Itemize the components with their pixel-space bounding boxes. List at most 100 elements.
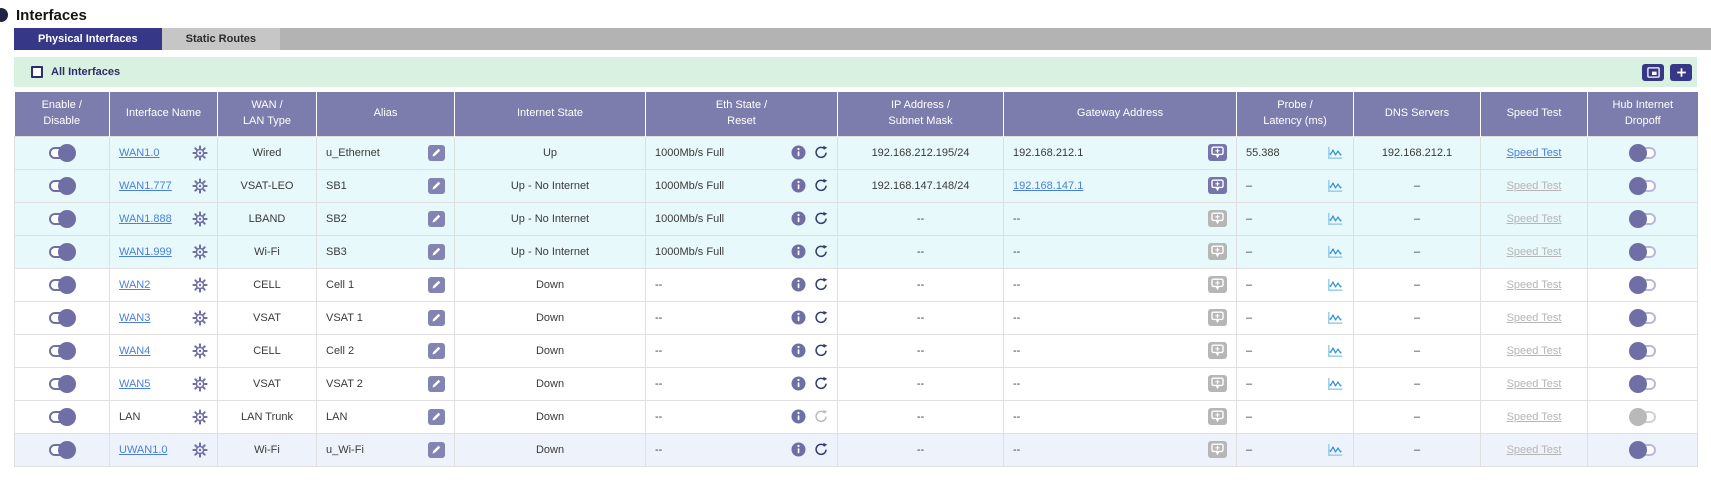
hub-dropoff-toggle[interactable] xyxy=(1630,312,1656,324)
reset-icon[interactable] xyxy=(814,310,828,325)
eth-info-icon[interactable] xyxy=(791,376,806,391)
gateway-ping-button[interactable] xyxy=(1208,375,1227,392)
edit-alias-button[interactable] xyxy=(428,277,445,293)
reset-icon[interactable] xyxy=(814,211,828,226)
window-view-button[interactable] xyxy=(1642,64,1664,81)
all-interfaces-checkbox[interactable] xyxy=(31,66,43,78)
interface-settings-gear-icon[interactable] xyxy=(192,343,208,359)
speed-test-link[interactable]: Speed Test xyxy=(1507,345,1562,357)
interface-settings-gear-icon[interactable] xyxy=(192,442,208,458)
interface-name-link[interactable]: WAN5 xyxy=(119,378,150,390)
interface-name-link[interactable]: WAN1.888 xyxy=(119,213,172,225)
eth-info-icon[interactable] xyxy=(791,310,806,325)
edit-alias-button[interactable] xyxy=(428,343,445,359)
latency-chart-icon[interactable] xyxy=(1327,212,1344,226)
eth-info-icon[interactable] xyxy=(791,277,806,292)
gateway-address-link[interactable]: 192.168.147.1 xyxy=(1013,180,1083,192)
edit-alias-button[interactable] xyxy=(428,442,445,458)
hub-dropoff-toggle[interactable] xyxy=(1630,444,1656,456)
enable-toggle[interactable] xyxy=(49,213,75,225)
interface-name-link[interactable]: WAN1.999 xyxy=(119,246,172,258)
speed-test-link[interactable]: Speed Test xyxy=(1507,279,1562,291)
interface-name-link[interactable]: WAN4 xyxy=(119,345,150,357)
speed-test-link[interactable]: Speed Test xyxy=(1507,411,1562,423)
speed-test-link[interactable]: Speed Test xyxy=(1507,378,1562,390)
edit-alias-button[interactable] xyxy=(428,244,445,260)
hub-dropoff-toggle[interactable] xyxy=(1630,345,1656,357)
interface-settings-gear-icon[interactable] xyxy=(192,277,208,293)
eth-info-icon[interactable] xyxy=(791,145,806,160)
hub-dropoff-toggle[interactable] xyxy=(1630,378,1656,390)
enable-toggle[interactable] xyxy=(49,411,75,423)
interface-name-link[interactable]: WAN2 xyxy=(119,279,150,291)
edit-alias-button[interactable] xyxy=(428,178,445,194)
eth-info-icon[interactable] xyxy=(791,343,806,358)
latency-chart-icon[interactable] xyxy=(1327,344,1344,358)
interface-settings-gear-icon[interactable] xyxy=(192,310,208,326)
interface-settings-gear-icon[interactable] xyxy=(192,178,208,194)
hub-dropoff-toggle[interactable] xyxy=(1630,411,1656,423)
latency-chart-icon[interactable] xyxy=(1327,146,1344,160)
interface-settings-gear-icon[interactable] xyxy=(192,145,208,161)
gateway-ping-button[interactable] xyxy=(1208,144,1227,161)
speed-test-link[interactable]: Speed Test xyxy=(1507,312,1562,324)
latency-chart-icon[interactable] xyxy=(1327,245,1344,259)
speed-test-link[interactable]: Speed Test xyxy=(1507,147,1562,159)
gateway-ping-button[interactable] xyxy=(1208,309,1227,326)
interface-settings-gear-icon[interactable] xyxy=(192,244,208,260)
edit-alias-button[interactable] xyxy=(428,310,445,326)
interface-name-link[interactable]: WAN1.0 xyxy=(119,147,160,159)
hub-dropoff-toggle[interactable] xyxy=(1630,180,1656,192)
speed-test-link[interactable]: Speed Test xyxy=(1507,246,1562,258)
gateway-ping-button[interactable] xyxy=(1208,243,1227,260)
enable-toggle[interactable] xyxy=(49,312,75,324)
edit-alias-button[interactable] xyxy=(428,376,445,392)
eth-info-icon[interactable] xyxy=(791,211,806,226)
speed-test-link[interactable]: Speed Test xyxy=(1507,213,1562,225)
hub-dropoff-toggle[interactable] xyxy=(1630,213,1656,225)
eth-info-icon[interactable] xyxy=(791,244,806,259)
hub-dropoff-toggle[interactable] xyxy=(1630,246,1656,258)
hub-dropoff-toggle[interactable] xyxy=(1630,279,1656,291)
gateway-ping-button[interactable] xyxy=(1208,276,1227,293)
eth-info-icon[interactable] xyxy=(791,178,806,193)
interface-name-link[interactable]: WAN3 xyxy=(119,312,150,324)
gateway-ping-button[interactable] xyxy=(1208,177,1227,194)
enable-toggle[interactable] xyxy=(49,444,75,456)
speed-test-link[interactable]: Speed Test xyxy=(1507,444,1562,456)
tab-static-routes[interactable]: Static Routes xyxy=(162,28,280,50)
enable-toggle[interactable] xyxy=(49,345,75,357)
enable-toggle[interactable] xyxy=(49,180,75,192)
enable-toggle[interactable] xyxy=(49,147,75,159)
interface-name-link[interactable]: WAN1.777 xyxy=(119,180,172,192)
reset-icon[interactable] xyxy=(814,145,828,160)
gateway-ping-button[interactable] xyxy=(1208,210,1227,227)
eth-info-icon[interactable] xyxy=(791,442,806,457)
reset-icon[interactable] xyxy=(814,376,828,391)
interface-name-link[interactable]: UWAN1.0 xyxy=(119,444,168,456)
speed-test-link[interactable]: Speed Test xyxy=(1507,180,1562,192)
eth-info-icon[interactable] xyxy=(791,409,806,424)
edit-alias-button[interactable] xyxy=(428,145,445,161)
gateway-ping-button[interactable] xyxy=(1208,342,1227,359)
hub-dropoff-toggle[interactable] xyxy=(1630,147,1656,159)
latency-chart-icon[interactable] xyxy=(1327,179,1344,193)
enable-toggle[interactable] xyxy=(49,378,75,390)
enable-toggle[interactable] xyxy=(49,246,75,258)
reset-icon[interactable] xyxy=(814,244,828,259)
reset-icon[interactable] xyxy=(814,343,828,358)
edit-alias-button[interactable] xyxy=(428,409,445,425)
edit-alias-button[interactable] xyxy=(428,211,445,227)
reset-icon[interactable] xyxy=(814,178,828,193)
latency-chart-icon[interactable] xyxy=(1327,311,1344,325)
interface-settings-gear-icon[interactable] xyxy=(192,376,208,392)
interface-settings-gear-icon[interactable] xyxy=(192,211,208,227)
add-interface-button[interactable] xyxy=(1670,64,1692,81)
latency-chart-icon[interactable] xyxy=(1327,443,1344,457)
enable-toggle[interactable] xyxy=(49,279,75,291)
latency-chart-icon[interactable] xyxy=(1327,377,1344,391)
gateway-ping-button[interactable] xyxy=(1208,408,1227,425)
all-interfaces-toggle[interactable]: All Interfaces xyxy=(31,66,120,78)
latency-chart-icon[interactable] xyxy=(1327,278,1344,292)
reset-icon[interactable] xyxy=(814,442,828,457)
